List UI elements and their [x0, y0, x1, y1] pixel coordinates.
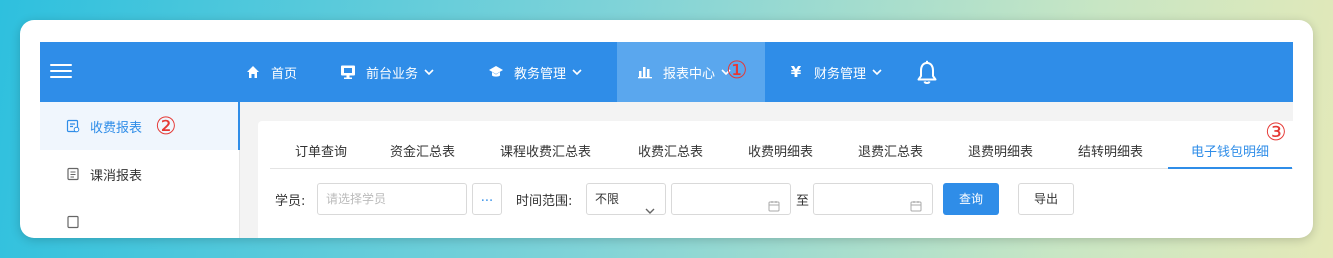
sidebar: 收费报表 ② 课消报表: [40, 102, 240, 238]
nav-item-finance[interactable]: ¥ 财务管理: [788, 42, 882, 102]
chevron-down-icon: [645, 195, 655, 225]
document-icon: [66, 167, 80, 181]
report-icon: [66, 119, 80, 133]
time-range-value: 不限: [595, 192, 620, 206]
tab-e-wallet-detail[interactable]: 电子钱包明细: [1168, 143, 1292, 169]
nav-label: 报表中心: [663, 66, 716, 82]
hamburger-menu-icon[interactable]: [50, 60, 72, 84]
nav-item-home[interactable]: 首页: [245, 42, 297, 102]
query-button[interactable]: 查询: [943, 183, 999, 215]
time-range-label: 时间范围:: [516, 194, 573, 209]
chevron-down-icon: [872, 69, 882, 75]
nav-label: 前台业务: [366, 66, 419, 82]
calendar-icon: [768, 193, 780, 212]
calendar-icon: [910, 193, 922, 212]
app-window: 首页 前台业务 教务管理 报表中心 ① ¥ 财务管理 收费报表 ② 课消报表 订…: [40, 42, 1293, 238]
filter-bar: 学员: 请选择学员 ... 时间范围: 不限 至 查询 导出: [258, 181, 1293, 215]
end-date-input[interactable]: [813, 183, 933, 215]
sidebar-item-partial[interactable]: [40, 198, 240, 238]
home-icon: [245, 64, 261, 80]
annotation-marker-1: ①: [726, 56, 748, 84]
tab-course-fee-summary[interactable]: 课程收费汇总表: [500, 143, 591, 169]
select-student-button[interactable]: ...: [472, 183, 502, 215]
nav-item-front-desk[interactable]: 前台业务: [340, 42, 434, 102]
tab-order-query[interactable]: 订单查询: [295, 143, 347, 169]
tab-carryover-detail[interactable]: 结转明细表: [1078, 143, 1143, 169]
time-range-select[interactable]: 不限: [586, 183, 666, 215]
to-label: 至: [796, 194, 810, 209]
tab-refund-summary[interactable]: 退费汇总表: [858, 143, 923, 169]
student-input[interactable]: 请选择学员: [317, 183, 467, 215]
main-content: 订单查询 资金汇总表 课程收费汇总表 收费汇总表 收费明细表 退费汇总表 退费明…: [241, 102, 1293, 238]
export-button[interactable]: 导出: [1018, 183, 1074, 215]
top-navbar: 首页 前台业务 教务管理 报表中心 ① ¥ 财务管理: [40, 42, 1293, 102]
student-label: 学员:: [275, 194, 306, 209]
annotation-marker-3: ③: [1265, 118, 1287, 146]
nav-item-academic[interactable]: 教务管理: [488, 42, 582, 102]
chevron-down-icon: [572, 69, 582, 75]
bar-chart-icon: [637, 64, 653, 80]
tab-fund-summary[interactable]: 资金汇总表: [390, 143, 455, 169]
tab-fee-detail[interactable]: 收费明细表: [748, 143, 813, 169]
nav-label: 教务管理: [514, 66, 567, 82]
start-date-input[interactable]: [671, 183, 791, 215]
tab-refund-detail[interactable]: 退费明细表: [968, 143, 1033, 169]
report-tabs: 订单查询 资金汇总表 课程收费汇总表 收费汇总表 收费明细表 退费汇总表 退费明…: [270, 143, 1293, 169]
monitor-icon: [340, 64, 356, 80]
sidebar-item-label: 收费报表: [90, 120, 143, 136]
report-panel: 订单查询 资金汇总表 课程收费汇总表 收费汇总表 收费明细表 退费汇总表 退费明…: [258, 118, 1293, 238]
nav-label: 首页: [271, 66, 298, 82]
chevron-down-icon: [424, 69, 434, 75]
nav-label: 财务管理: [814, 66, 867, 82]
tab-fee-summary[interactable]: 收费汇总表: [638, 143, 703, 169]
sidebar-item-label: 课消报表: [90, 168, 143, 184]
sidebar-item-course-report[interactable]: 课消报表: [40, 150, 240, 198]
screenshot-card: 首页 前台业务 教务管理 报表中心 ① ¥ 财务管理 收费报表 ② 课消报表 订…: [20, 20, 1313, 238]
sidebar-item-fee-report[interactable]: 收费报表 ②: [40, 102, 240, 150]
document-icon: [66, 215, 80, 229]
bell-icon[interactable]: [916, 60, 938, 86]
yen-icon: ¥: [790, 63, 802, 81]
graduation-cap-icon: [488, 64, 504, 80]
annotation-marker-2: ②: [155, 112, 177, 140]
